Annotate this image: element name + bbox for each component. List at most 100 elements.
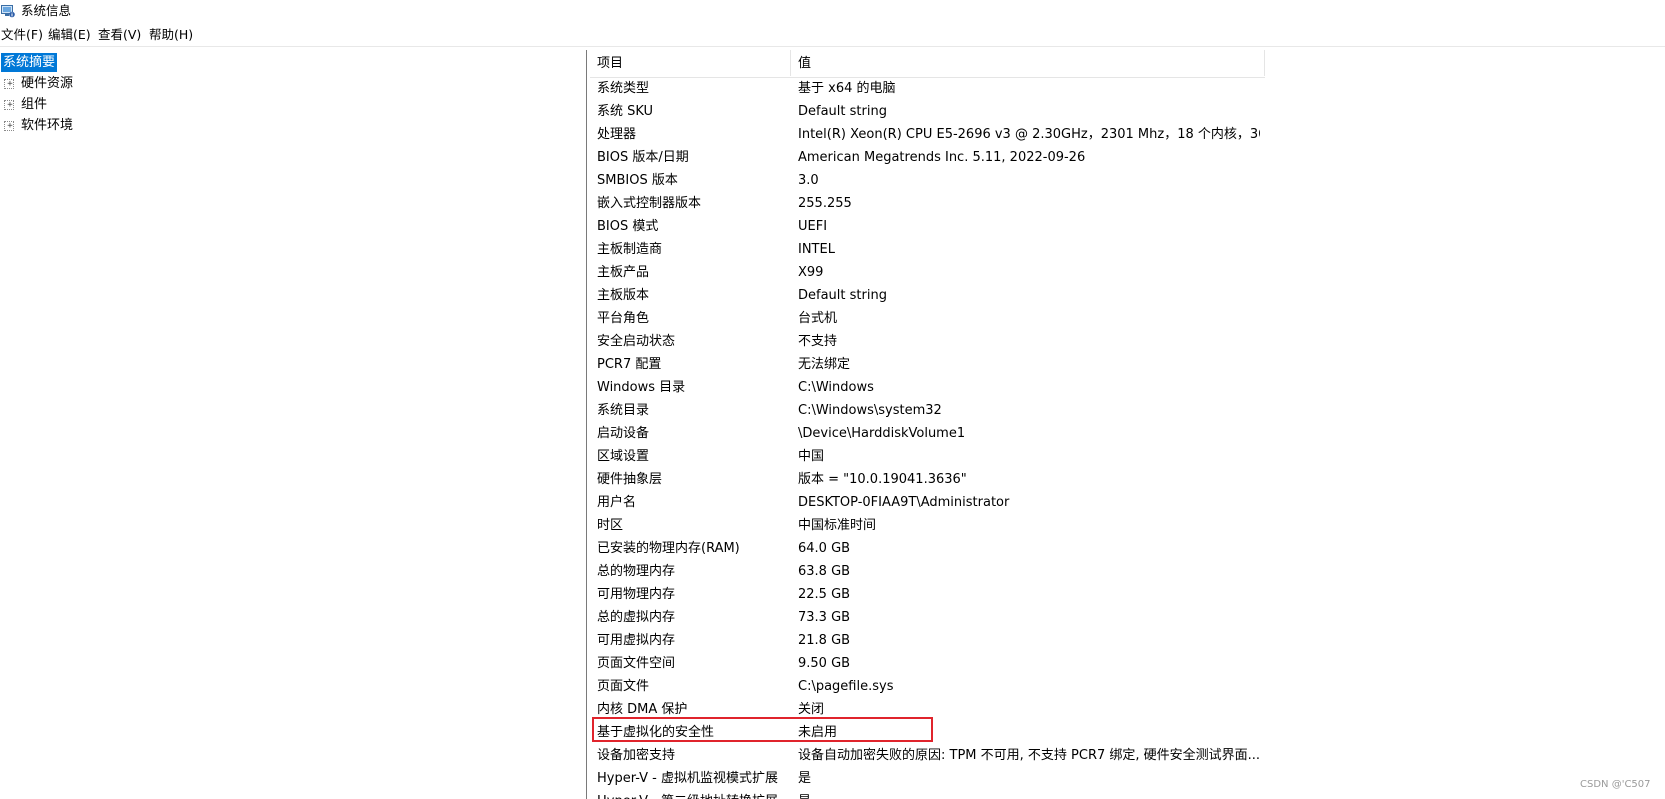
row-item-value: C:\Windows\system32 <box>798 403 942 418</box>
table-row[interactable]: 已安装的物理内存(RAM) 64.0 GB <box>590 537 1665 560</box>
row-item-name: 硬件抽象层 <box>597 472 663 487</box>
row-item-value: 关闭 <box>798 702 825 717</box>
row-item-value: 不支持 <box>798 334 838 349</box>
table-row[interactable]: 可用虚拟内存 21.8 GB <box>590 629 1665 652</box>
row-item-value: Default string <box>798 288 887 303</box>
row-item-name: 可用虚拟内存 <box>597 633 676 648</box>
table-row[interactable]: 硬件抽象层 版本 = "10.0.19041.3636" <box>590 468 1665 491</box>
row-item-value: 是 <box>798 771 812 786</box>
row-item-value: 中国 <box>798 449 825 464</box>
row-item-value: \Device\HarddiskVolume1 <box>798 426 966 441</box>
list-rows: 系统类型 基于 x64 的电脑系统 SKU Default string 处理器 Int… <box>590 77 1665 799</box>
row-item-value: UEFI <box>798 219 828 234</box>
row-item-name: 总的物理内存 <box>597 564 676 579</box>
table-row[interactable]: 区域设置 中国 <box>590 445 1665 468</box>
table-row[interactable]: 时区 中国标准时间 <box>590 514 1665 537</box>
menu-view[interactable]: 查看(V) <box>98 26 141 44</box>
row-item-name: 嵌入式控制器版本 <box>597 196 702 211</box>
table-row[interactable]: 系统 SKU Default string <box>590 100 1665 123</box>
tree-item-system-summary[interactable]: 系统摘要 <box>1 53 58 72</box>
system-info-app-icon <box>1 3 15 18</box>
table-row[interactable]: 页面文件 C:\pagefile.sys <box>590 675 1665 698</box>
table-row[interactable]: 总的虚拟内存 73.3 GB <box>590 606 1665 629</box>
tree-item-label: 软件环境 <box>21 118 74 133</box>
row-item-name: 可用物理内存 <box>597 587 676 602</box>
table-row[interactable]: 平台角色 台式机 <box>590 307 1665 330</box>
column-divider[interactable] <box>790 50 791 76</box>
expand-plus-icon[interactable]: + <box>4 79 14 89</box>
table-row[interactable]: 总的物理内存 63.8 GB <box>590 560 1665 583</box>
details-list: 项目 值 系统类型 基于 x64 的电脑系统 SKU Default string 处… <box>590 50 1665 799</box>
table-row[interactable]: 主板版本 Default string <box>590 284 1665 307</box>
table-row[interactable]: 设备加密支持 设备自动加密失败的原因: TPM 不可用, 不支持 PCR7 绑定,… <box>590 744 1665 767</box>
table-row[interactable]: 主板制造商 INTEL <box>590 238 1665 261</box>
row-item-name: 已安装的物理内存(RAM) <box>597 541 740 556</box>
row-item-value: C:\pagefile.sys <box>798 679 894 694</box>
menu-bar: 文件(F) 编辑(E) 查看(V) 帮助(H) <box>0 24 1665 47</box>
expand-plus-icon[interactable]: + <box>4 121 14 131</box>
row-item-name: 处理器 <box>597 127 637 142</box>
row-item-name: 主板产品 <box>597 265 650 280</box>
row-item-name: 页面文件空间 <box>597 656 676 671</box>
row-item-name: 系统 SKU <box>597 104 654 119</box>
tree-item-label: 组件 <box>21 97 48 112</box>
row-item-value: 中国标准时间 <box>798 518 877 533</box>
row-item-value: X99 <box>798 265 824 280</box>
table-row[interactable]: SMBIOS 版本 3.0 <box>590 169 1665 192</box>
menu-file[interactable]: 文件(F) <box>1 26 43 44</box>
table-row[interactable]: 主板产品 X99 <box>590 261 1665 284</box>
row-item-name: 主板制造商 <box>597 242 663 257</box>
table-row[interactable]: 内核 DMA 保护 关闭 <box>590 698 1665 721</box>
row-item-name: SMBIOS 版本 <box>597 173 678 188</box>
row-item-value: American Megatrends Inc. 5.11, 2022-09-2… <box>798 150 1086 165</box>
table-row[interactable]: 处理器 Intel(R) Xeon(R) CPU E5-2696 v3 @ 2.3… <box>590 123 1665 146</box>
expand-plus-icon[interactable]: + <box>4 100 14 110</box>
row-item-name: 区域设置 <box>597 449 650 464</box>
table-row[interactable]: Hyper-V - 第二级地址转换扩展 是 <box>590 790 1665 799</box>
column-header-item[interactable]: 项目 <box>597 50 623 77</box>
table-row[interactable]: 系统目录 C:\Windows\system32 <box>590 399 1665 422</box>
row-item-name: 页面文件 <box>597 679 650 694</box>
table-row[interactable]: 基于虚拟化的安全性 未启用 <box>590 721 1665 744</box>
row-item-name: 平台角色 <box>597 311 650 326</box>
table-row[interactable]: Hyper-V - 虚拟机监视模式扩展 是 <box>590 767 1665 790</box>
row-item-value: 73.3 GB <box>798 610 851 625</box>
row-item-value: Default string <box>798 104 887 119</box>
row-item-value: 21.8 GB <box>798 633 851 648</box>
row-item-name: 内核 DMA 保护 <box>597 702 688 717</box>
row-item-value: 63.8 GB <box>798 564 851 579</box>
table-row[interactable]: 用户名 DESKTOP-0FIAA9T\Administrator <box>590 491 1665 514</box>
table-row[interactable]: 启动设备 \Device\HarddiskVolume1 <box>590 422 1665 445</box>
row-item-value: 64.0 GB <box>798 541 851 556</box>
watermark: CSDN @'C507 <box>1580 779 1651 790</box>
row-item-name: BIOS 模式 <box>597 219 659 234</box>
row-item-name: 用户名 <box>597 495 637 510</box>
title-bar: 系统信息 <box>0 0 1665 22</box>
row-item-value: 是 <box>798 790 1260 799</box>
category-tree: 系统摘要 + 硬件资源 + 组件 + 软件环境 <box>0 50 587 799</box>
column-header-value[interactable]: 值 <box>798 50 811 77</box>
column-divider[interactable] <box>1264 50 1265 76</box>
row-item-value: 版本 = "10.0.19041.3636" <box>798 472 967 487</box>
table-row[interactable]: 系统类型 基于 x64 的电脑 <box>590 77 1665 100</box>
row-item-name: Hyper-V - 第二级地址转换扩展 <box>597 790 787 799</box>
row-item-name: BIOS 版本/日期 <box>597 150 689 165</box>
table-row[interactable]: 安全启动状态 不支持 <box>590 330 1665 353</box>
table-row[interactable]: PCR7 配置 无法绑定 <box>590 353 1665 376</box>
table-row[interactable]: 嵌入式控制器版本 255.255 <box>590 192 1665 215</box>
table-row[interactable]: BIOS 模式 UEFI <box>590 215 1665 238</box>
table-row[interactable]: 可用物理内存 22.5 GB <box>590 583 1665 606</box>
table-row[interactable]: 页面文件空间 9.50 GB <box>590 652 1665 675</box>
row-item-value: DESKTOP-0FIAA9T\Administrator <box>798 495 1010 510</box>
row-item-value: INTEL <box>798 242 835 257</box>
menu-edit[interactable]: 编辑(E) <box>48 26 91 44</box>
row-item-name: 启动设备 <box>597 426 650 441</box>
table-row[interactable]: Windows 目录 C:\Windows <box>590 376 1665 399</box>
row-item-name: 时区 <box>597 518 624 533</box>
system-info-window: 系统信息 文件(F) 编辑(E) 查看(V) 帮助(H) 系统摘要 + 硬件资源… <box>0 0 1665 799</box>
row-item-name: 系统类型 <box>597 81 650 96</box>
menu-help[interactable]: 帮助(H) <box>149 26 193 44</box>
table-row[interactable]: BIOS 版本/日期 American Megatrends Inc. 5.11,… <box>590 146 1665 169</box>
row-item-name: 基于虚拟化的安全性 <box>597 725 715 740</box>
row-item-value: 无法绑定 <box>798 357 851 372</box>
